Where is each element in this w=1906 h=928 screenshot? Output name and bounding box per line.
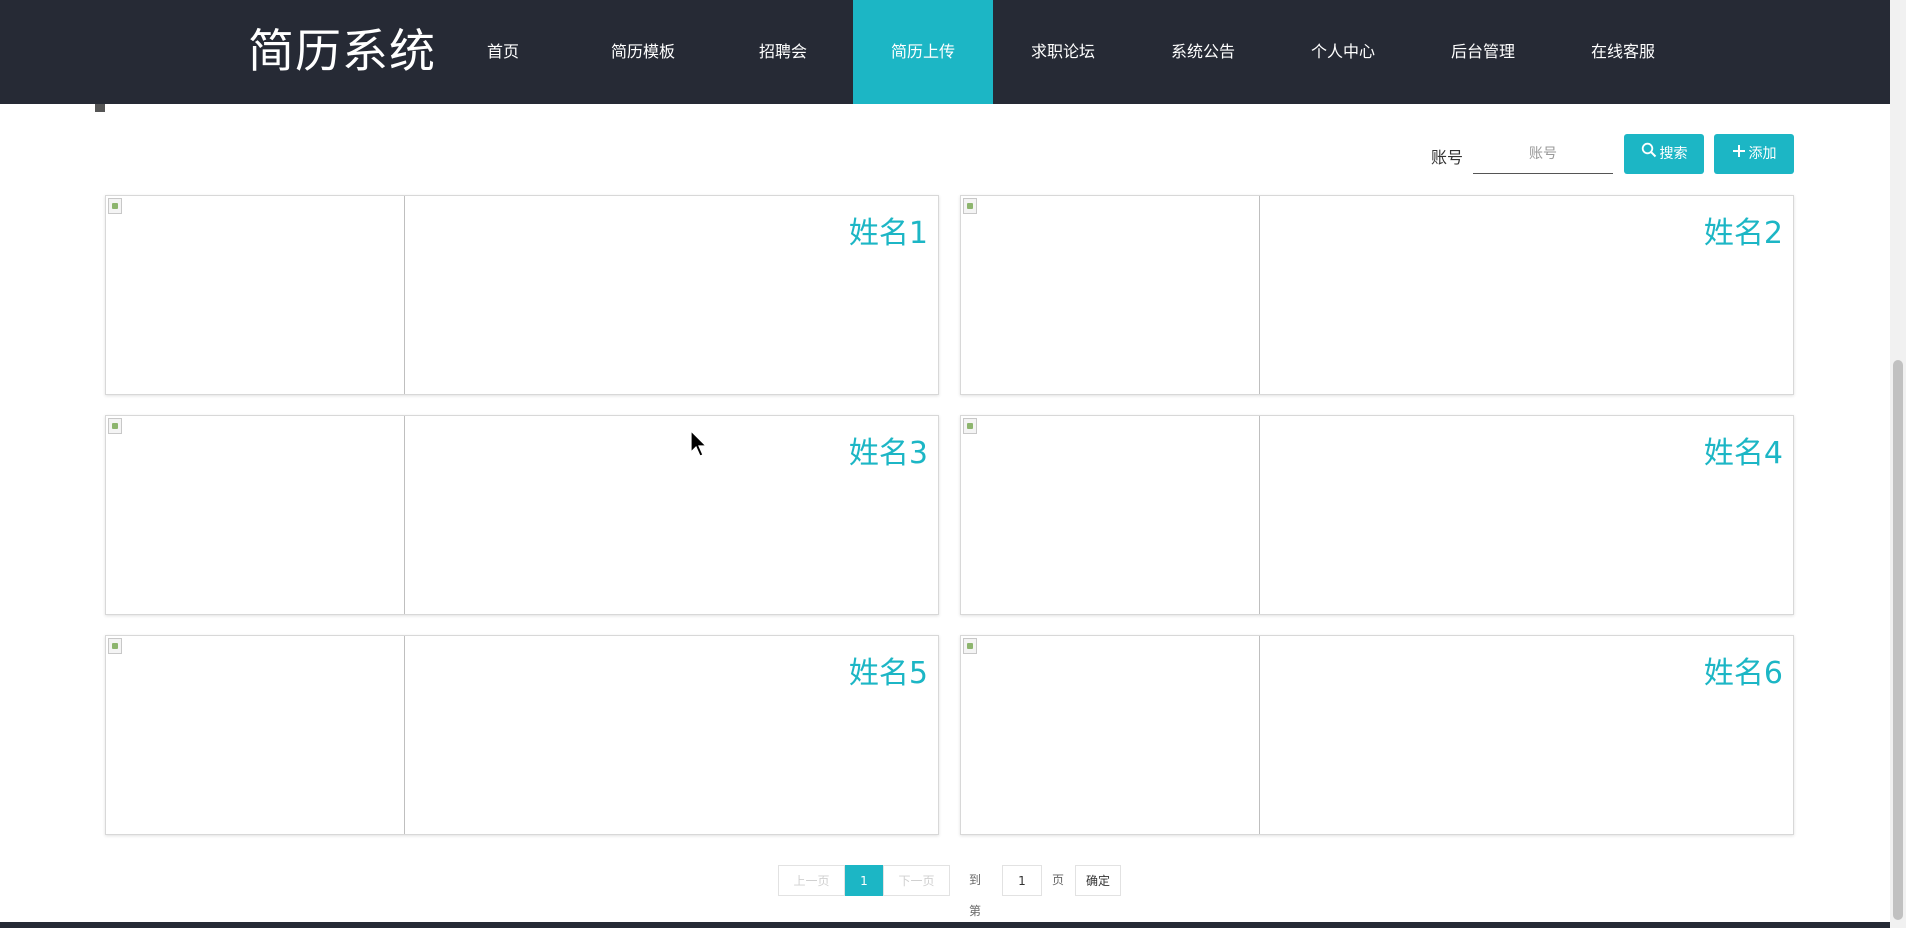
search-icon	[1641, 134, 1657, 174]
nav-item-job-fair[interactable]: 招聘会	[713, 0, 853, 104]
nav-item-templates[interactable]: 简历模板	[573, 0, 713, 104]
goto-label: 到第	[969, 873, 982, 918]
resume-card[interactable]: 姓名4	[960, 415, 1794, 615]
nav-item-personal-center[interactable]: 个人中心	[1273, 0, 1413, 104]
broken-image-icon	[963, 418, 977, 434]
goto-confirm-button[interactable]: 确定	[1075, 865, 1121, 896]
resume-thumbnail[interactable]	[961, 636, 1260, 834]
top-navbar: 简历系统 首页 简历模板 招聘会 简历上传 求职论坛 系统公告 个人中心 后台管…	[0, 0, 1906, 104]
resume-thumbnail[interactable]	[106, 416, 405, 614]
resume-name[interactable]: 姓名1	[849, 208, 928, 252]
next-page-button[interactable]: 下一页	[883, 865, 950, 896]
add-button-label: 添加	[1748, 146, 1777, 162]
plus-icon	[1732, 134, 1746, 174]
resume-thumbnail[interactable]	[106, 636, 405, 834]
broken-image-icon	[108, 638, 122, 654]
goto-page-input[interactable]: 1	[1002, 865, 1042, 896]
mouse-cursor-icon	[690, 429, 710, 458]
broken-image-icon	[108, 418, 122, 434]
account-search-input[interactable]	[1473, 134, 1613, 174]
resume-card[interactable]: 姓名1	[105, 195, 939, 395]
resume-name[interactable]: 姓名5	[849, 648, 928, 692]
add-button[interactable]: 添加	[1714, 134, 1794, 174]
nav-item-forum[interactable]: 求职论坛	[993, 0, 1133, 104]
search-button[interactable]: 搜索	[1624, 134, 1704, 174]
resume-thumbnail[interactable]	[106, 196, 405, 394]
section-marker	[95, 104, 105, 112]
resume-name[interactable]: 姓名2	[1704, 208, 1783, 252]
resume-name[interactable]: 姓名3	[849, 428, 928, 472]
broken-image-icon	[963, 198, 977, 214]
main-nav: 首页 简历模板 招聘会 简历上传 求职论坛 系统公告 个人中心 后台管理 在线客…	[433, 0, 1693, 104]
resume-name[interactable]: 姓名4	[1704, 428, 1783, 472]
page-number-current[interactable]: 1	[845, 865, 883, 896]
broken-image-icon	[108, 198, 122, 214]
page-scrollbar[interactable]	[1890, 0, 1906, 928]
resume-card[interactable]: 姓名5	[105, 635, 939, 835]
page-unit-label: 页	[1052, 873, 1065, 887]
resume-name[interactable]: 姓名6	[1704, 648, 1783, 692]
resume-card[interactable]: 姓名3	[105, 415, 939, 615]
nav-item-online-service[interactable]: 在线客服	[1553, 0, 1693, 104]
nav-item-resume-upload[interactable]: 简历上传	[853, 0, 993, 104]
search-bar: 账号 搜索 添加	[1428, 134, 1794, 174]
nav-item-home[interactable]: 首页	[433, 0, 573, 104]
nav-item-announcements[interactable]: 系统公告	[1133, 0, 1273, 104]
resume-card[interactable]: 姓名6	[960, 635, 1794, 835]
footer-edge	[0, 922, 1906, 928]
account-label: 账号	[1431, 148, 1464, 167]
resume-card[interactable]: 姓名2	[960, 195, 1794, 395]
broken-image-icon	[963, 638, 977, 654]
resume-thumbnail[interactable]	[961, 196, 1260, 394]
search-button-label: 搜索	[1659, 146, 1688, 162]
prev-page-button[interactable]: 上一页	[778, 865, 845, 896]
scrollbar-thumb[interactable]	[1893, 360, 1903, 920]
resume-thumbnail[interactable]	[961, 416, 1260, 614]
site-brand[interactable]: 简历系统	[248, 22, 436, 80]
nav-item-admin[interactable]: 后台管理	[1413, 0, 1553, 104]
